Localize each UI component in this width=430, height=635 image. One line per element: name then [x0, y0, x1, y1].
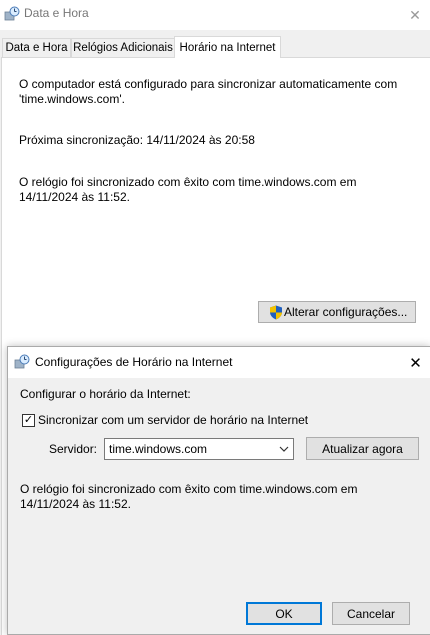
- sync-checkbox-label[interactable]: Sincronizar com um servidor de horário n…: [38, 413, 308, 428]
- chevron-down-icon[interactable]: [275, 441, 293, 457]
- title-bar: Data e Hora ✕: [0, 0, 430, 30]
- close-icon[interactable]: ✕: [401, 347, 430, 378]
- tab-additional-clocks[interactable]: Relógios Adicionais: [71, 38, 175, 57]
- server-combobox[interactable]: time.windows.com: [104, 438, 294, 460]
- check-icon: ✓: [23, 414, 34, 426]
- dialog-status-line2: 14/11/2024 às 11:52.: [20, 497, 131, 511]
- sync-status-line2: 14/11/2024 às 11:52.: [19, 190, 130, 204]
- configured-text-line1: O computador está configurado para sincr…: [19, 77, 398, 91]
- sync-checkbox[interactable]: ✓: [22, 414, 35, 427]
- tab-internet-time[interactable]: Horário na Internet: [174, 36, 281, 58]
- clock-globe-icon: [4, 6, 20, 22]
- server-label: Servidor:: [49, 442, 98, 456]
- dialog-title-bar: Configurações de Horário na Internet ✕: [8, 347, 430, 378]
- ok-button[interactable]: OK: [246, 602, 322, 625]
- dialog-title: Configurações de Horário na Internet: [35, 355, 233, 369]
- dialog-status-line1: O relógio foi sincronizado com êxito com…: [20, 482, 358, 496]
- uac-shield-icon: [269, 305, 283, 320]
- server-value: time.windows.com: [109, 442, 208, 456]
- tab-date-time[interactable]: Data e Hora: [2, 38, 71, 57]
- update-now-button[interactable]: Atualizar agora: [306, 437, 419, 460]
- clock-globe-icon: [14, 354, 30, 370]
- tab-strip: Data e Hora Relógios Adicionais Horário …: [0, 36, 430, 58]
- change-settings-label: Alterar configurações...: [284, 305, 408, 319]
- sync-status-line1: O relógio foi sincronizado com êxito com…: [19, 175, 357, 189]
- close-icon[interactable]: ✕: [400, 0, 430, 30]
- section-label: Configurar o horário da Internet:: [20, 387, 191, 401]
- cancel-button[interactable]: Cancelar: [332, 602, 410, 625]
- change-settings-button[interactable]: Alterar configurações...: [258, 301, 416, 323]
- internet-time-settings-dialog: Configurações de Horário na Internet ✕ C…: [7, 346, 430, 635]
- configured-text-line2: 'time.windows.com'.: [19, 92, 125, 106]
- window-title: Data e Hora: [24, 6, 89, 20]
- next-sync-text: Próxima sincronização: 14/11/2024 às 20:…: [19, 133, 255, 147]
